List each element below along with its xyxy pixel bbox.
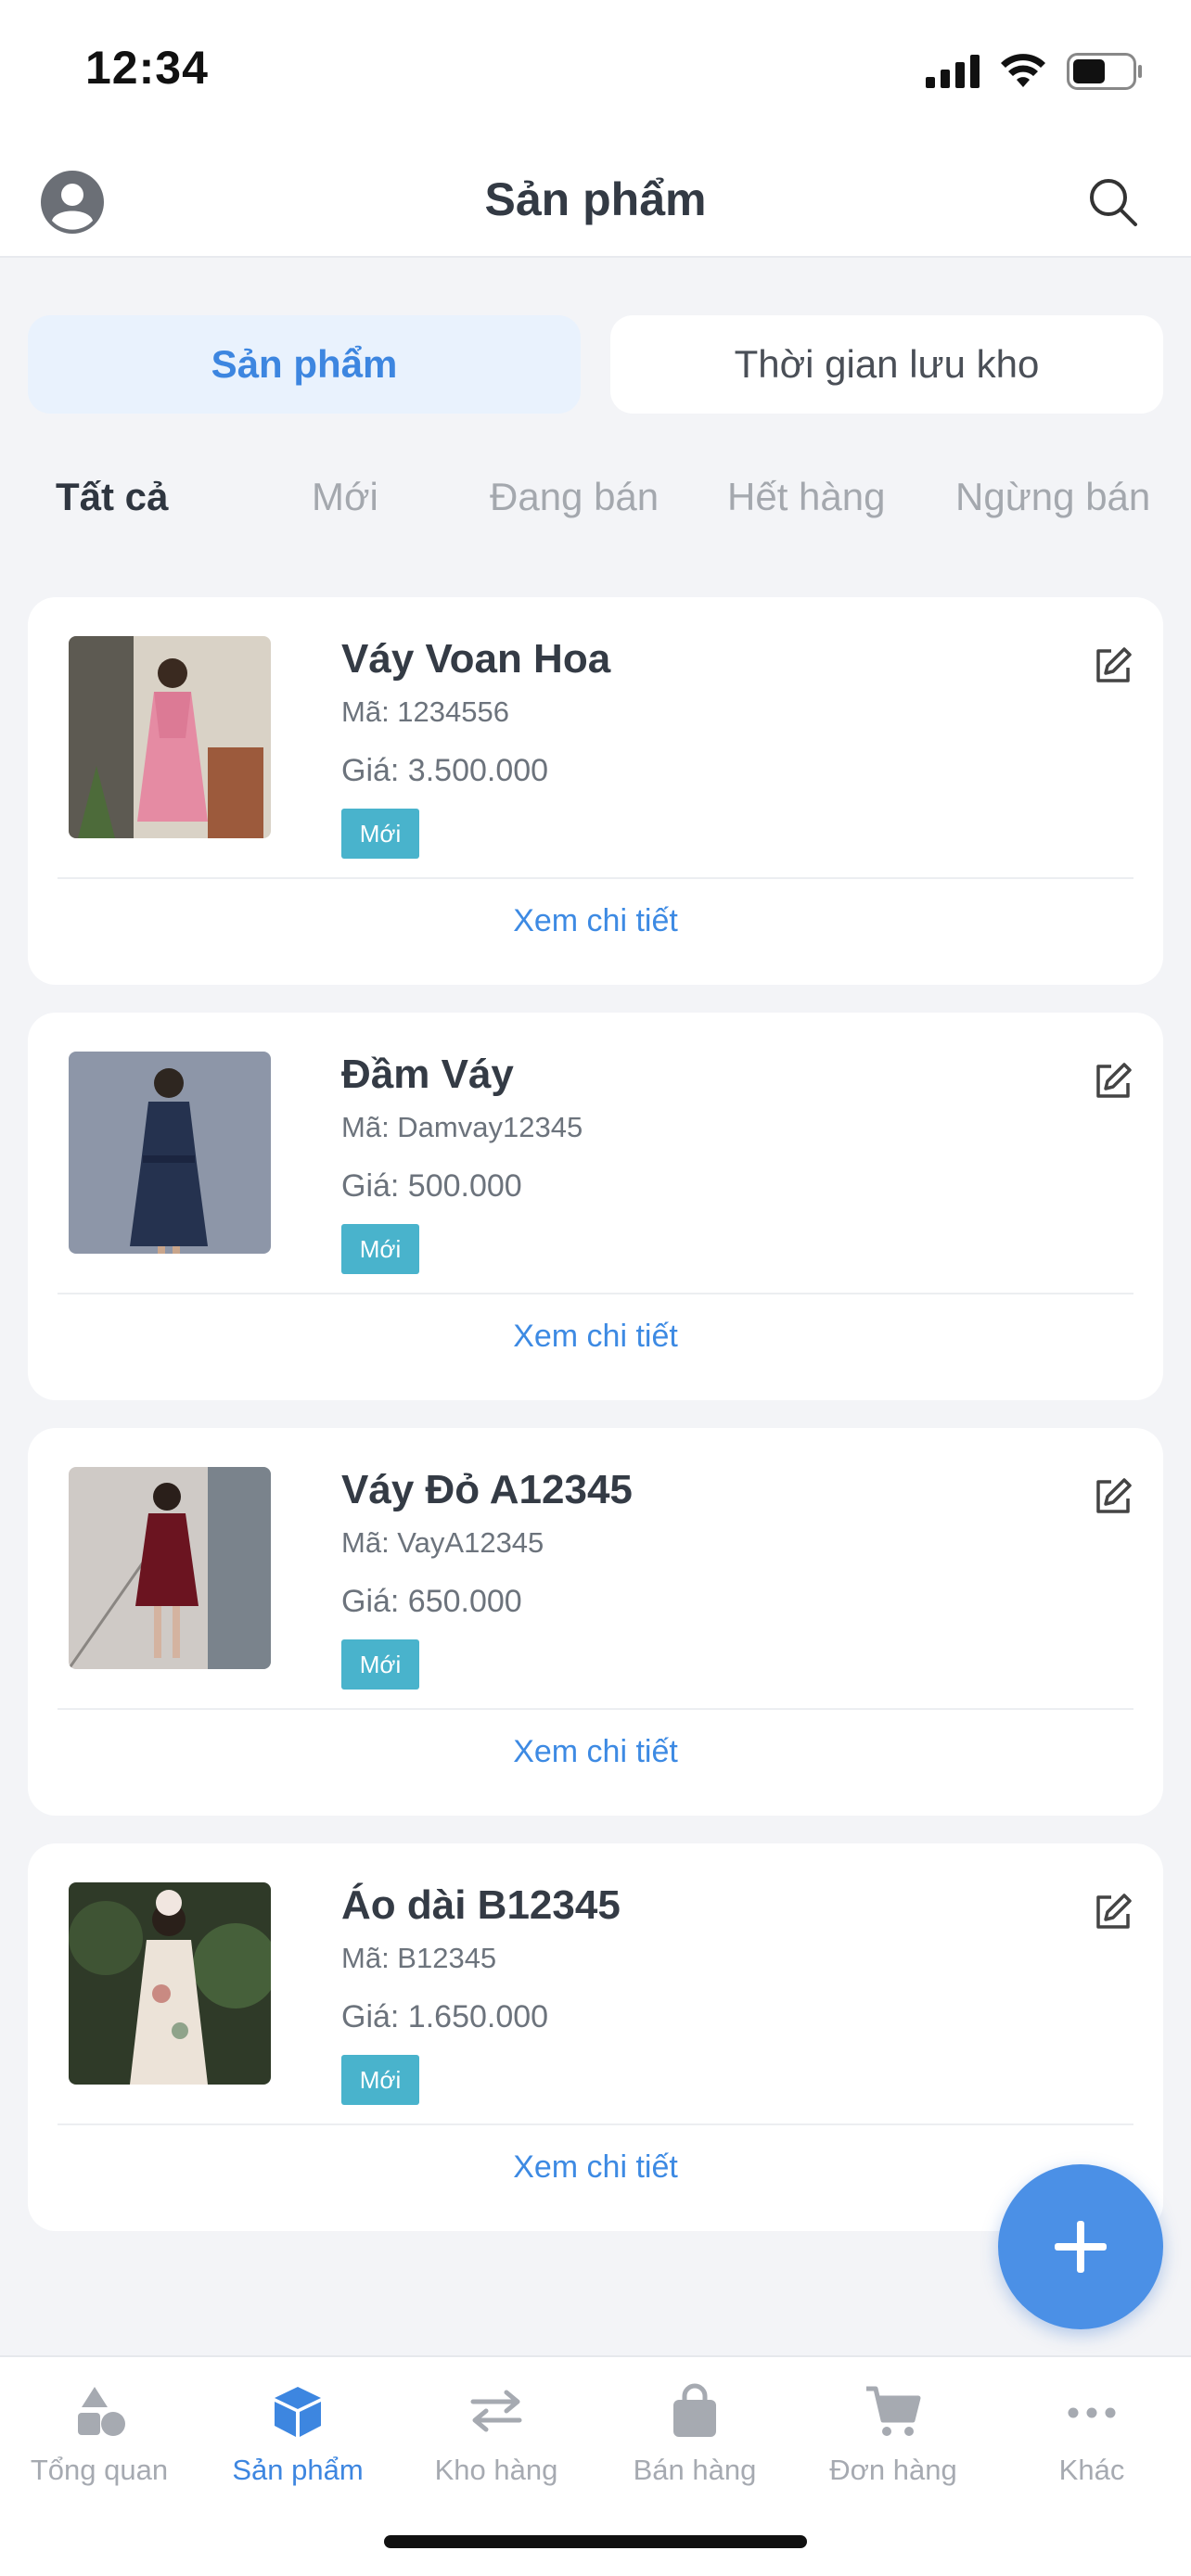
- product-price: Giá: 1.650.000: [341, 1999, 549, 2034]
- nav-item-warehouse[interactable]: Kho hàng: [397, 2383, 596, 2504]
- product-name: Váy Voan Hoa: [341, 636, 611, 682]
- status-filter-tabs: Tất cả Mới Đang bán Hết hàng Ngừng bán: [0, 475, 1191, 530]
- nav-item-more[interactable]: Khác: [992, 2383, 1191, 2504]
- nav-item-sales[interactable]: Bán hàng: [596, 2383, 794, 2504]
- product-price: Giá: 3.500.000: [341, 753, 549, 788]
- status-badge: Mới: [341, 2055, 419, 2105]
- product-name: Áo dài B12345: [341, 1882, 621, 1928]
- transfer-arrows-icon: [464, 2383, 529, 2439]
- product-price: Giá: 650.000: [341, 1584, 522, 1619]
- status-badge: Mới: [341, 1639, 419, 1690]
- status-badge: Mới: [341, 809, 419, 859]
- battery-icon: [1067, 53, 1142, 90]
- product-card[interactable]: Váy Voan Hoa Mã: 1234556 Giá: 3.500.000 …: [28, 597, 1163, 985]
- product-code: Mã: B12345: [341, 1942, 497, 1974]
- signal-icon: [926, 55, 980, 88]
- view-detail-link[interactable]: Xem chi tiết: [28, 2149, 1163, 2186]
- nav-item-products[interactable]: Sản phẩm: [198, 2383, 397, 2504]
- view-detail-link[interactable]: Xem chi tiết: [28, 1734, 1163, 1770]
- product-card[interactable]: Váy Đỏ A12345 Mã: VayA12345 Giá: 650.000…: [28, 1428, 1163, 1816]
- more-dots-icon: [1059, 2383, 1124, 2439]
- edit-icon[interactable]: [1091, 1474, 1135, 1519]
- product-code: Mã: Damvay12345: [341, 1111, 583, 1143]
- edit-icon[interactable]: [1091, 1059, 1135, 1103]
- view-detail-link[interactable]: Xem chi tiết: [28, 1319, 1163, 1355]
- edit-icon[interactable]: [1091, 1890, 1135, 1934]
- nav-label: Đơn hàng: [829, 2454, 957, 2486]
- wifi-icon: [1001, 54, 1045, 87]
- page-title: Sản phẩm: [484, 173, 707, 225]
- nav-item-overview[interactable]: Tổng quan: [0, 2383, 198, 2504]
- home-indicator: [384, 2535, 807, 2548]
- product-name: Váy Đỏ A12345: [341, 1467, 633, 1512]
- filter-tab-out-of-stock[interactable]: Hết hàng: [727, 475, 885, 519]
- shapes-icon: [67, 2383, 132, 2439]
- box-icon: [265, 2383, 330, 2439]
- shopping-bag-icon: [662, 2383, 727, 2439]
- status-time: 12:34: [85, 42, 209, 94]
- nav-label: Tổng quan: [30, 2454, 169, 2486]
- filter-tab-selling[interactable]: Đang bán: [490, 475, 659, 519]
- product-card[interactable]: Đầm Váy Mã: Damvay12345 Giá: 500.000 Mới…: [28, 1013, 1163, 1400]
- product-image: [69, 1882, 271, 2085]
- status-icons: [926, 48, 1143, 95]
- nav-item-orders[interactable]: Đơn hàng: [794, 2383, 992, 2504]
- view-detail-link[interactable]: Xem chi tiết: [28, 903, 1163, 939]
- add-product-button[interactable]: [998, 2164, 1163, 2329]
- filter-tab-all[interactable]: Tất cả: [56, 475, 168, 519]
- filter-tab-new[interactable]: Mới: [312, 475, 378, 519]
- nav-label: Kho hàng: [434, 2454, 558, 2486]
- product-name: Đầm Váy: [341, 1052, 514, 1097]
- product-image: [69, 1052, 271, 1254]
- product-code: Mã: VayA12345: [341, 1526, 544, 1559]
- product-card[interactable]: Áo dài B12345 Mã: B12345 Giá: 1.650.000 …: [28, 1843, 1163, 2231]
- edit-icon[interactable]: [1091, 644, 1135, 688]
- product-code: Mã: 1234556: [341, 695, 509, 728]
- segment-storage-time[interactable]: Thời gian lưu kho: [610, 315, 1163, 414]
- product-image: [69, 636, 271, 838]
- search-icon[interactable]: [1085, 174, 1141, 230]
- nav-label: Bán hàng: [633, 2454, 757, 2486]
- top-header: 12:34 Sản phẩm: [0, 0, 1191, 258]
- status-badge: Mới: [341, 1224, 419, 1274]
- card-divider: [58, 877, 1133, 879]
- card-divider: [58, 1708, 1133, 1710]
- segment-products[interactable]: Sản phẩm: [28, 315, 581, 414]
- product-image: [69, 1467, 271, 1669]
- card-divider: [58, 1293, 1133, 1294]
- product-price: Giá: 500.000: [341, 1168, 522, 1204]
- nav-label: Khác: [1058, 2454, 1125, 2486]
- card-divider: [58, 2123, 1133, 2125]
- plus-icon: [1055, 2221, 1107, 2273]
- filter-tab-discontinued[interactable]: Ngừng bán: [955, 475, 1150, 519]
- nav-label: Sản phẩm: [232, 2454, 364, 2486]
- cart-icon: [861, 2383, 926, 2439]
